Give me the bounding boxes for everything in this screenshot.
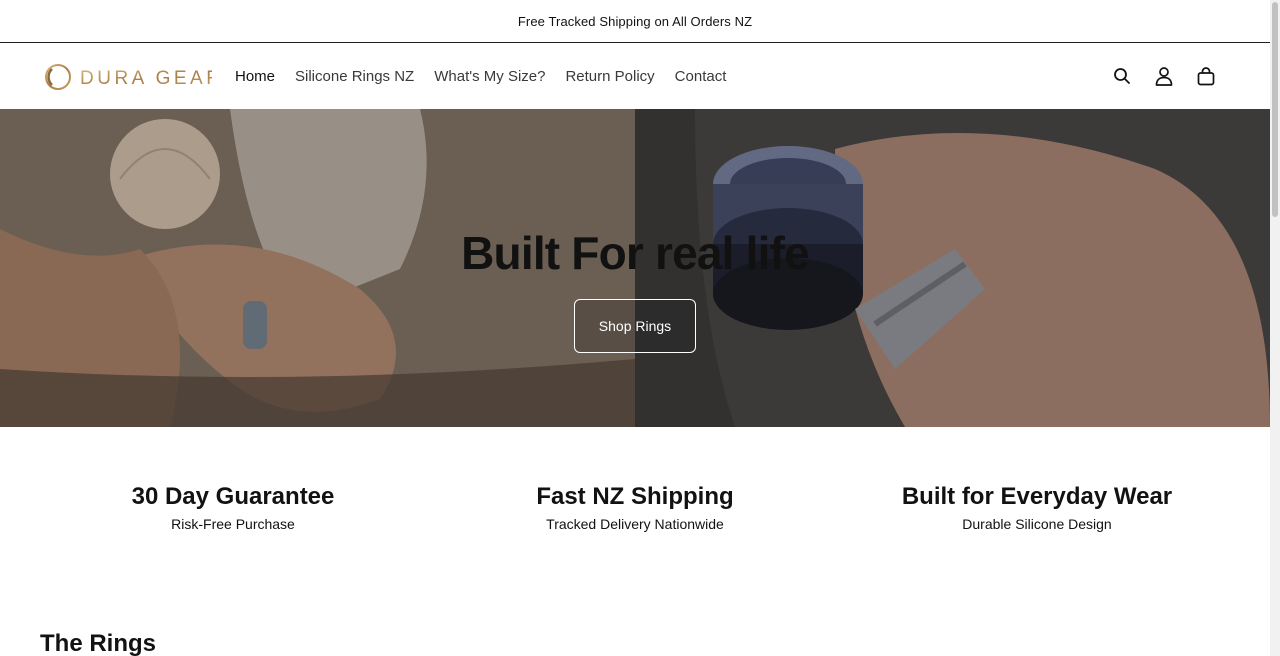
hero-content: Built For real life Shop Rings [0, 109, 1270, 427]
account-icon[interactable] [1152, 64, 1176, 88]
feature-subtitle: Tracked Delivery Nationwide [546, 516, 724, 532]
announcement-text: Free Tracked Shipping on All Orders NZ [517, 13, 753, 29]
search-icon[interactable] [1110, 64, 1134, 88]
nav-item-home[interactable]: Home [235, 68, 275, 85]
feature-title: 30 Day Guarantee [131, 483, 335, 510]
header-icons [1092, 43, 1218, 109]
logo-icon: DURA GEAR [45, 64, 212, 90]
feature-shipping: Fast NZ Shipping Tracked Delivery Nation… [435, 481, 835, 532]
cart-icon[interactable] [1194, 64, 1218, 88]
feature-title: Built for Everyday Wear [901, 483, 1173, 510]
hero-banner: Built For real life Shop Rings [0, 109, 1270, 427]
announcement-bar: Free Tracked Shipping on All Orders NZ [0, 0, 1270, 43]
nav-item-return-policy[interactable]: Return Policy [565, 68, 654, 85]
brand-logo[interactable]: DURA GEAR [44, 62, 212, 92]
feature-subtitle: Durable Silicone Design [962, 516, 1112, 532]
feature-guarantee: 30 Day Guarantee Risk-Free Purchase [33, 481, 433, 532]
shop-rings-button[interactable]: Shop Rings [574, 299, 696, 353]
feature-everyday-wear: Built for Everyday Wear Durable Silicone… [837, 481, 1237, 532]
page-scrollbar[interactable] [1270, 0, 1280, 656]
nav-item-contact[interactable]: Contact [675, 68, 727, 85]
scrollbar-thumb[interactable] [1272, 2, 1278, 217]
main-nav: Home Silicone Rings NZ What's My Size? R… [235, 43, 746, 109]
hero-title: Built For real life [461, 227, 810, 279]
features-section: 30 Day Guarantee Risk-Free Purchase Fast… [0, 427, 1270, 587]
feature-subtitle: Risk-Free Purchase [171, 516, 295, 532]
section-heading-rings: The Rings [40, 630, 157, 656]
site-header: DURA GEAR Home Silicone Rings NZ What's … [0, 43, 1270, 109]
feature-title: Fast NZ Shipping [536, 483, 734, 510]
nav-item-silicone-rings[interactable]: Silicone Rings NZ [295, 68, 414, 85]
nav-item-whats-my-size[interactable]: What's My Size? [434, 68, 545, 85]
logo-wordmark: DURA GEAR [80, 68, 212, 89]
